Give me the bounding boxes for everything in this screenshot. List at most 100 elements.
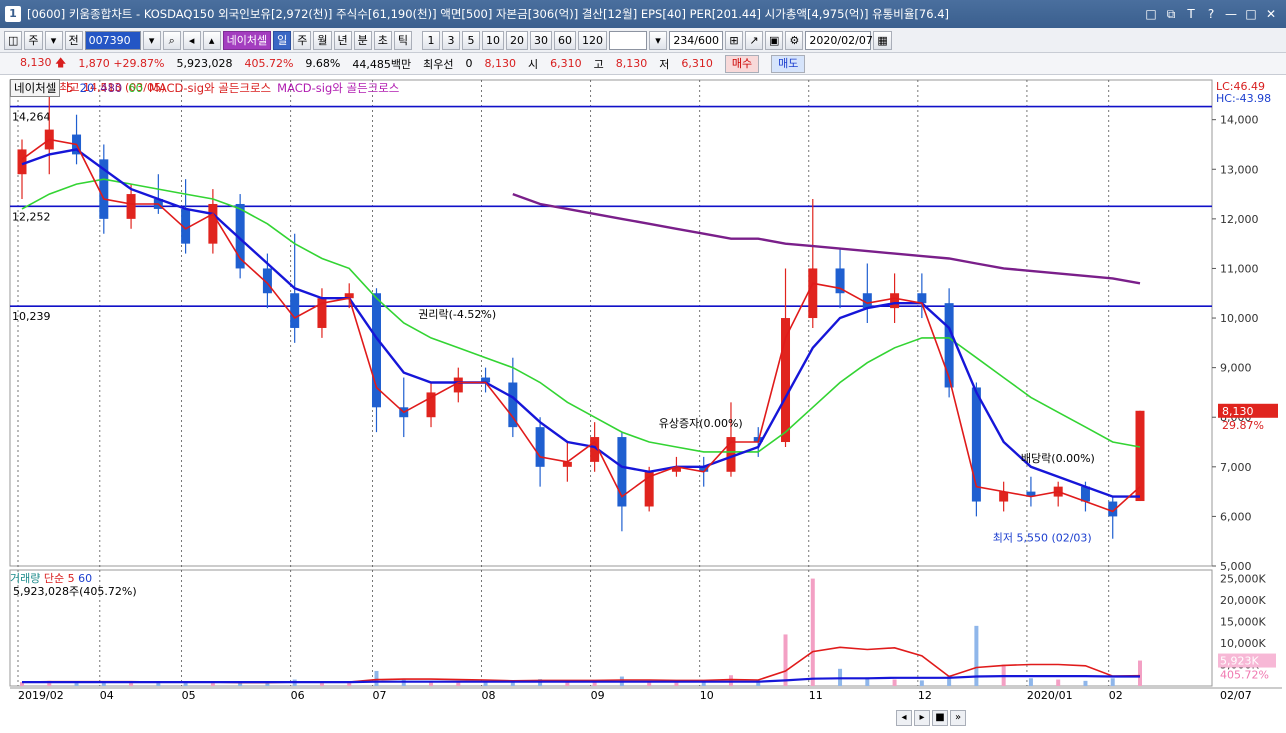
x-tick-label: 12	[918, 689, 932, 702]
volume-bar	[347, 682, 352, 686]
interval-dropdown-icon[interactable]: ▾	[649, 30, 668, 50]
date-input[interactable]: 2020/02/07	[805, 30, 873, 50]
interval-3[interactable]: 3	[442, 30, 461, 50]
x-tick-label: 08	[482, 689, 496, 702]
level-label: 10,239	[12, 310, 51, 323]
level-label: 14,264	[12, 111, 51, 124]
period-tick[interactable]: 틱	[393, 30, 413, 50]
high-label: 고	[593, 57, 604, 71]
indicator-icon[interactable]: ⊞	[725, 30, 744, 50]
volume-bar	[783, 634, 788, 686]
search-icon[interactable]: ⌕	[162, 30, 181, 50]
low-label: 저	[659, 57, 670, 71]
candle-body	[535, 427, 545, 467]
legend-ma5: 5	[66, 81, 74, 95]
period-second[interactable]: 초	[373, 30, 392, 50]
volume-bar	[1083, 680, 1088, 686]
interval-10[interactable]: 10	[482, 30, 505, 50]
y-tick-label: 9,000	[1220, 362, 1252, 375]
period-year[interactable]: 년	[333, 30, 352, 50]
scroll-right-icon[interactable]: ▸	[914, 710, 930, 726]
x-tick-label: 07	[372, 689, 386, 702]
volume-bar	[1138, 660, 1142, 686]
legend-stock-name[interactable]: 네이처셀	[10, 79, 61, 97]
period-minute[interactable]: 분	[353, 30, 372, 50]
period-week[interactable]: 주	[293, 30, 312, 50]
stop-icon[interactable]: ■	[932, 710, 948, 726]
interval-5[interactable]: 5	[462, 30, 481, 50]
interval-120[interactable]: 120	[578, 30, 608, 50]
x-tick-label: 11	[809, 689, 823, 702]
stock-code-input[interactable]: 007390	[84, 30, 141, 50]
price-change: 1,870 +29.87%	[78, 57, 165, 70]
legend-ma480: 480	[100, 81, 123, 95]
x-tick-label: 06	[291, 689, 305, 702]
volume-bar	[1028, 678, 1033, 686]
candle-body	[890, 293, 900, 309]
volume-y-tick-label: 25,000K	[1220, 573, 1266, 586]
app-icon: 1	[5, 6, 21, 22]
turnover-ratio: 9.68%	[305, 57, 341, 70]
volume-bar	[674, 682, 679, 686]
x-tick-label: 09	[591, 689, 605, 702]
interval-1[interactable]: 1	[422, 30, 441, 50]
speaker-icon[interactable]: ◂	[182, 30, 201, 50]
x-tick-label: 04	[100, 689, 114, 702]
legend-signal-1: MACD-sig와 골든크로스	[148, 81, 272, 95]
hc-value: HC:-43.98	[1216, 92, 1272, 105]
save-icon[interactable]: ▣	[765, 30, 784, 50]
sell-button[interactable]: 매도	[771, 54, 806, 73]
layout-icon[interactable]: □	[1144, 7, 1158, 22]
interval-20[interactable]: 20	[506, 30, 529, 50]
current-pct-label: 29.87%	[1222, 419, 1264, 432]
period-month[interactable]: 월	[313, 30, 332, 50]
rights-offering-annotation: 유상증자(0.00%)	[659, 417, 743, 430]
volume-bar	[1056, 679, 1061, 686]
volume-bar	[892, 679, 897, 686]
candle-body	[126, 194, 136, 219]
volume-bar	[919, 680, 924, 686]
scroll-left-icon[interactable]: ◂	[896, 710, 912, 726]
layout-toggle-icon[interactable]: ◫	[4, 30, 23, 50]
x-tick-label: 02	[1109, 689, 1123, 702]
pin-icon[interactable]: T	[1184, 7, 1198, 22]
close-icon[interactable]: ✕	[1264, 7, 1278, 22]
code-dropdown-icon[interactable]: ▾	[142, 30, 161, 50]
all-button[interactable]: 전	[64, 30, 83, 50]
volume-value: 5,923,028	[176, 57, 233, 70]
market-dropdown-icon[interactable]: ▾	[44, 30, 63, 50]
help-icon[interactable]: ?	[1204, 7, 1218, 22]
interval-30[interactable]: 30	[530, 30, 553, 50]
legend-ma20: 20	[79, 81, 95, 95]
maximize-icon[interactable]: □	[1244, 7, 1258, 22]
chart-legend: 네이처셀 5 20 480 60 MACD-sig와 골든크로스 MACD-si…	[10, 79, 399, 97]
buy-button[interactable]: 매수	[724, 54, 760, 73]
open-price: 6,310	[550, 57, 582, 70]
interval-custom-input[interactable]	[609, 30, 648, 50]
chart-nav-tools: ◂ ▸ ■ »	[896, 709, 966, 727]
candle-body	[808, 268, 818, 319]
volume-ma60-line	[22, 675, 1140, 684]
window-controls: □ ⧉ T ? — □ ✕	[1144, 7, 1278, 22]
period-day[interactable]: 일	[273, 30, 292, 50]
calendar-icon[interactable]: ▦	[873, 30, 892, 50]
restore-icon[interactable]: ⧉	[1164, 7, 1178, 22]
y-tick-label: 6,000	[1220, 510, 1252, 523]
volume-ratio: 405.72%	[244, 57, 294, 70]
count-input[interactable]: 234/600	[669, 30, 724, 50]
y-tick-label: 5,000	[1220, 560, 1252, 573]
x-tick-label: 2019/02	[18, 689, 64, 702]
volume-bar	[238, 682, 243, 686]
price-chart[interactable]: 2019/02 04 05 06 07 08 09 10 11 12 2020/01 02 02/07 1…	[0, 75, 1286, 733]
y-tick-label: 10,000	[1220, 312, 1259, 325]
interval-60[interactable]: 60	[554, 30, 577, 50]
market-select[interactable]: 주	[24, 30, 43, 50]
prev-stock-icon[interactable]: ▴	[202, 30, 221, 50]
minimize-icon[interactable]: —	[1224, 7, 1238, 22]
draw-tool-icon[interactable]: ↗	[745, 30, 764, 50]
fast-forward-icon[interactable]: »	[950, 710, 966, 726]
settings-icon[interactable]: ⚙	[785, 30, 804, 50]
ma480-line	[512, 192, 1141, 285]
y-tick-label: 14,000	[1220, 114, 1259, 127]
x-tick-label: 02/07	[1220, 689, 1252, 702]
